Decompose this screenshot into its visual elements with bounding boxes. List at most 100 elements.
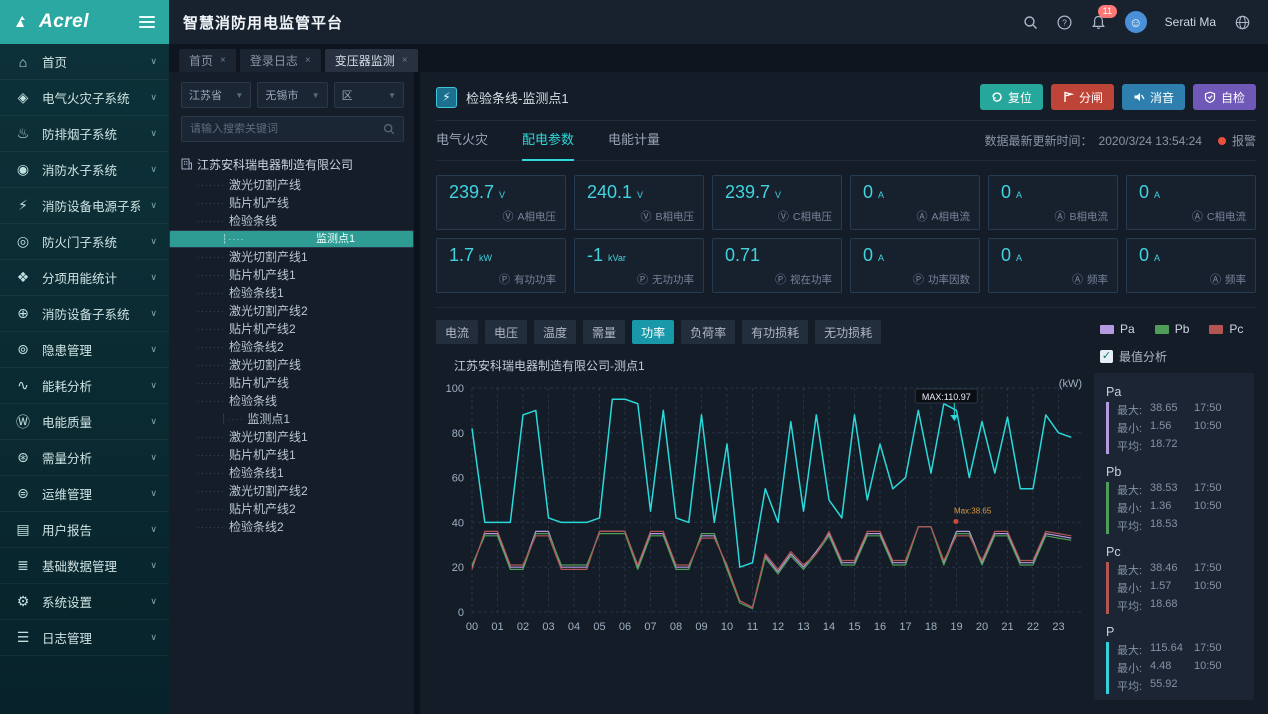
chart-section: 电流电压温度需量功率负荷率有功损耗无功损耗 江苏安科瑞电器制造有限公司-测点1 … bbox=[436, 307, 1256, 714]
svg-text:80: 80 bbox=[452, 428, 464, 440]
sidebar-item-8[interactable]: ⊚隐患管理∨ bbox=[0, 332, 169, 368]
stat-row: 最小:1.3610:50 bbox=[1117, 500, 1244, 516]
tree-search-input[interactable] bbox=[190, 123, 383, 135]
chart-filter-1[interactable]: 电压 bbox=[485, 320, 527, 344]
sidebar-item-label: 日志管理 bbox=[42, 628, 140, 647]
doc-tab-0[interactable]: 首页× bbox=[179, 49, 236, 72]
card-value: 0 bbox=[863, 182, 873, 203]
tree-node[interactable]: ·······检验条线1 bbox=[181, 284, 404, 302]
card-type-icon: Ⓐ bbox=[1054, 208, 1065, 224]
legend-item-Pc[interactable]: Pc bbox=[1209, 322, 1243, 336]
tree-node[interactable]: ·······贴片机产线1 bbox=[181, 446, 404, 464]
doc-tab-1[interactable]: 登录日志× bbox=[240, 49, 321, 72]
tree-node[interactable]: ·······激光切割产线1 bbox=[181, 248, 404, 266]
user-name[interactable]: Serati Ma bbox=[1165, 15, 1216, 29]
self-check-button[interactable]: 自检 bbox=[1193, 84, 1256, 110]
chart-filter-4-active[interactable]: 功率 bbox=[632, 320, 674, 344]
param-tab-0[interactable]: 电气火灾 bbox=[436, 121, 488, 161]
district-select[interactable]: 区▼ bbox=[334, 82, 404, 108]
stat-card-7: -1kVarⓅ无功功率 bbox=[574, 238, 704, 293]
tree-node-label: 检验条线2 bbox=[229, 338, 284, 356]
chart-filter-6[interactable]: 有功损耗 bbox=[742, 320, 808, 344]
tree-connector: ······· bbox=[197, 266, 225, 284]
sidebar-item-12[interactable]: ⊜运维管理∨ bbox=[0, 476, 169, 512]
chart-filter-0[interactable]: 电流 bbox=[436, 320, 478, 344]
reset-button[interactable]: 复位 bbox=[980, 84, 1043, 110]
card-value: 0.71 bbox=[725, 245, 760, 266]
tree-node[interactable]: ·······贴片机产线 bbox=[181, 194, 404, 212]
tree-node-label: 激光切割产线1 bbox=[229, 428, 308, 446]
chart-filter-5[interactable]: 负荷率 bbox=[681, 320, 735, 344]
close-tab-icon[interactable]: × bbox=[305, 55, 311, 66]
tree-search-icon[interactable] bbox=[383, 123, 395, 135]
chart-filter-2[interactable]: 温度 bbox=[534, 320, 576, 344]
sidebar-item-16[interactable]: ☰日志管理∨ bbox=[0, 620, 169, 656]
param-tab-2[interactable]: 电能计量 bbox=[608, 121, 660, 161]
notifications-bell-icon[interactable]: 11 bbox=[1091, 14, 1107, 30]
sidebar-item-13[interactable]: ▤用户报告∨ bbox=[0, 512, 169, 548]
tree-node[interactable]: ·······激光切割产线 bbox=[181, 356, 404, 374]
mute-button[interactable]: 消音 bbox=[1122, 84, 1185, 110]
tree-node[interactable]: ·······检验条线2 bbox=[181, 338, 404, 356]
sidebar-item-0[interactable]: ⌂首页∨ bbox=[0, 44, 169, 80]
province-select[interactable]: 江苏省▼ bbox=[181, 82, 251, 108]
close-tab-icon[interactable]: × bbox=[220, 55, 226, 66]
chart-title: 江苏安科瑞电器制造有限公司-测点1 bbox=[454, 357, 1088, 374]
sidebar-item-15[interactable]: ⚙系统设置∨ bbox=[0, 584, 169, 620]
tree-node[interactable]: ·······激光切割产线 bbox=[181, 176, 404, 194]
card-value: 239.7 bbox=[725, 182, 770, 203]
tree-node[interactable]: ·······检验条线2 bbox=[181, 518, 404, 536]
sidebar-item-9[interactable]: ∿能耗分析∨ bbox=[0, 368, 169, 404]
sidebar-item-4[interactable]: ⚡消防设备电源子系统∨ bbox=[0, 188, 169, 224]
tree-node-selected[interactable]: ┆····监测点1 bbox=[169, 230, 414, 248]
sidebar-item-10[interactable]: Ⓦ电能质量∨ bbox=[0, 404, 169, 440]
close-tab-icon[interactable]: × bbox=[402, 55, 408, 66]
sidebar-item-1[interactable]: ◈电气火灾子系统∨ bbox=[0, 80, 169, 116]
tree-node[interactable]: ·······贴片机产线1 bbox=[181, 266, 404, 284]
sidebar-item-6[interactable]: ❖分项用能统计∨ bbox=[0, 260, 169, 296]
tree-node[interactable]: ·······激光切割产线1 bbox=[181, 428, 404, 446]
search-icon[interactable] bbox=[1023, 14, 1039, 30]
legend-label: Pb bbox=[1175, 322, 1190, 336]
tree-node[interactable]: ┆····监测点1 bbox=[181, 410, 404, 428]
sidebar-toggle-icon[interactable] bbox=[139, 16, 155, 28]
tree-node[interactable]: ·······贴片机产线 bbox=[181, 374, 404, 392]
param-tab-1-active[interactable]: 配电参数 bbox=[522, 121, 574, 161]
stat-card-3: 0AⒶA相电流 bbox=[850, 175, 980, 230]
sidebar-item-2[interactable]: ♨防排烟子系统∨ bbox=[0, 116, 169, 152]
chevron-down-icon: ∨ bbox=[150, 200, 157, 211]
avatar[interactable]: ☺ bbox=[1125, 11, 1147, 33]
doc-tab-2[interactable]: 变压器监测× bbox=[325, 49, 418, 72]
top-header: Acrel 智慧消防用电监管平台 ? 11 ☺ Serati Ma bbox=[0, 0, 1268, 44]
legend-item-Pa[interactable]: Pa bbox=[1100, 322, 1135, 336]
svg-text:03: 03 bbox=[542, 621, 554, 633]
sidebar-item-5[interactable]: ◎防火门子系统∨ bbox=[0, 224, 169, 260]
tree-node[interactable]: ·······激光切割产线2 bbox=[181, 302, 404, 320]
tree-node[interactable]: ·······贴片机产线2 bbox=[181, 320, 404, 338]
tree-node[interactable]: ·······激光切割产线2 bbox=[181, 482, 404, 500]
tree-node[interactable]: ·······检验条线1 bbox=[181, 464, 404, 482]
checkbox-checked-icon[interactable]: ✓ bbox=[1100, 350, 1113, 363]
tree-node[interactable]: ·······贴片机产线2 bbox=[181, 500, 404, 518]
sidebar-item-label: 电气火灾子系统 bbox=[42, 88, 140, 107]
chart-filter-7[interactable]: 无功损耗 bbox=[815, 320, 881, 344]
legend-item-Pb[interactable]: Pb bbox=[1155, 322, 1190, 336]
sidebar-item-3[interactable]: ◉消防水子系统∨ bbox=[0, 152, 169, 188]
tree-node-label: 贴片机产线 bbox=[229, 374, 289, 392]
stat-row: 平均:18.53 bbox=[1117, 518, 1244, 534]
tree-node-label: 贴片机产线 bbox=[229, 194, 289, 212]
help-icon[interactable]: ? bbox=[1057, 14, 1073, 30]
chart-filter-3[interactable]: 需量 bbox=[583, 320, 625, 344]
sidebar-item-7[interactable]: ⊕消防设备子系统∨ bbox=[0, 296, 169, 332]
device-name: 检验条线-监测点1 bbox=[466, 88, 569, 107]
trip-button[interactable]: 分闸 bbox=[1051, 84, 1114, 110]
tree-node[interactable]: ·······检验条线 bbox=[181, 212, 404, 230]
tree-node[interactable]: ·······检验条线 bbox=[181, 392, 404, 410]
power-line-chart[interactable]: 0204060801000001020304050607080910111213… bbox=[436, 378, 1096, 646]
sidebar-item-14[interactable]: ≣基础数据管理∨ bbox=[0, 548, 169, 584]
max-analysis-toggle[interactable]: ✓ 最值分析 bbox=[1094, 348, 1254, 365]
city-select[interactable]: 无锡市▼ bbox=[257, 82, 327, 108]
language-globe-icon[interactable] bbox=[1234, 14, 1250, 30]
tree-root-company[interactable]: 江苏安科瑞电器制造有限公司 bbox=[181, 154, 404, 174]
sidebar-item-11[interactable]: ⊛需量分析∨ bbox=[0, 440, 169, 476]
